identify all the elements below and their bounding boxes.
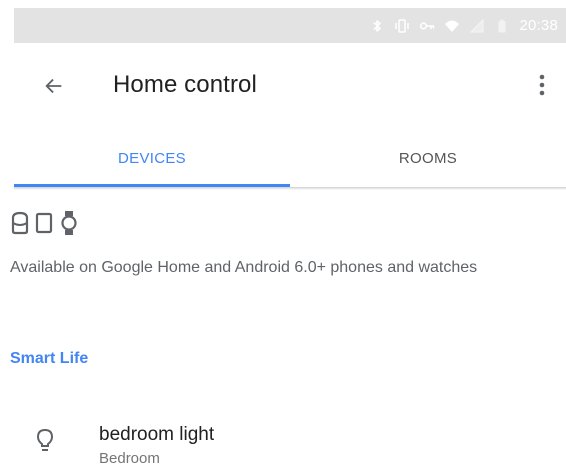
- wifi-icon: [444, 18, 460, 34]
- vibrate-icon: [394, 18, 410, 34]
- google-home-icon: [11, 211, 29, 235]
- page-title: Home control: [113, 71, 257, 98]
- device-item-bedroom-light[interactable]: bedroom light Bedroom: [10, 410, 566, 468]
- section-header-smart-life: Smart Life: [10, 350, 89, 367]
- device-room: Bedroom: [99, 450, 160, 467]
- arrow-back-icon: [45, 78, 62, 94]
- availability-text: Available on Google Home and Android 6.0…: [10, 259, 478, 276]
- lightbulb-icon: [36, 428, 54, 451]
- tab-rooms[interactable]: ROOMS: [290, 129, 566, 187]
- tab-devices[interactable]: DEVICES: [14, 129, 290, 187]
- device-name: bedroom light: [99, 424, 215, 445]
- status-time: 20:38: [519, 17, 558, 34]
- supported-device-icons: [10, 208, 80, 238]
- tab-divider: [14, 187, 566, 190]
- more-options-button[interactable]: [530, 68, 554, 102]
- vpn-key-icon: [419, 18, 435, 34]
- more-vert-icon: [539, 74, 545, 96]
- battery-icon: [494, 18, 510, 34]
- status-bar: 20:38: [14, 8, 566, 43]
- bluetooth-icon: [369, 18, 385, 34]
- phone-icon: [35, 212, 53, 234]
- watch-icon: [61, 211, 77, 235]
- tab-bar: DEVICES ROOMS: [14, 129, 566, 187]
- app-bar: Home control: [14, 43, 566, 129]
- signal-icon: [469, 18, 485, 34]
- home-control-screen: 20:38 Home control DEVICES ROOMS Availab…: [0, 0, 566, 471]
- back-button[interactable]: [38, 70, 70, 102]
